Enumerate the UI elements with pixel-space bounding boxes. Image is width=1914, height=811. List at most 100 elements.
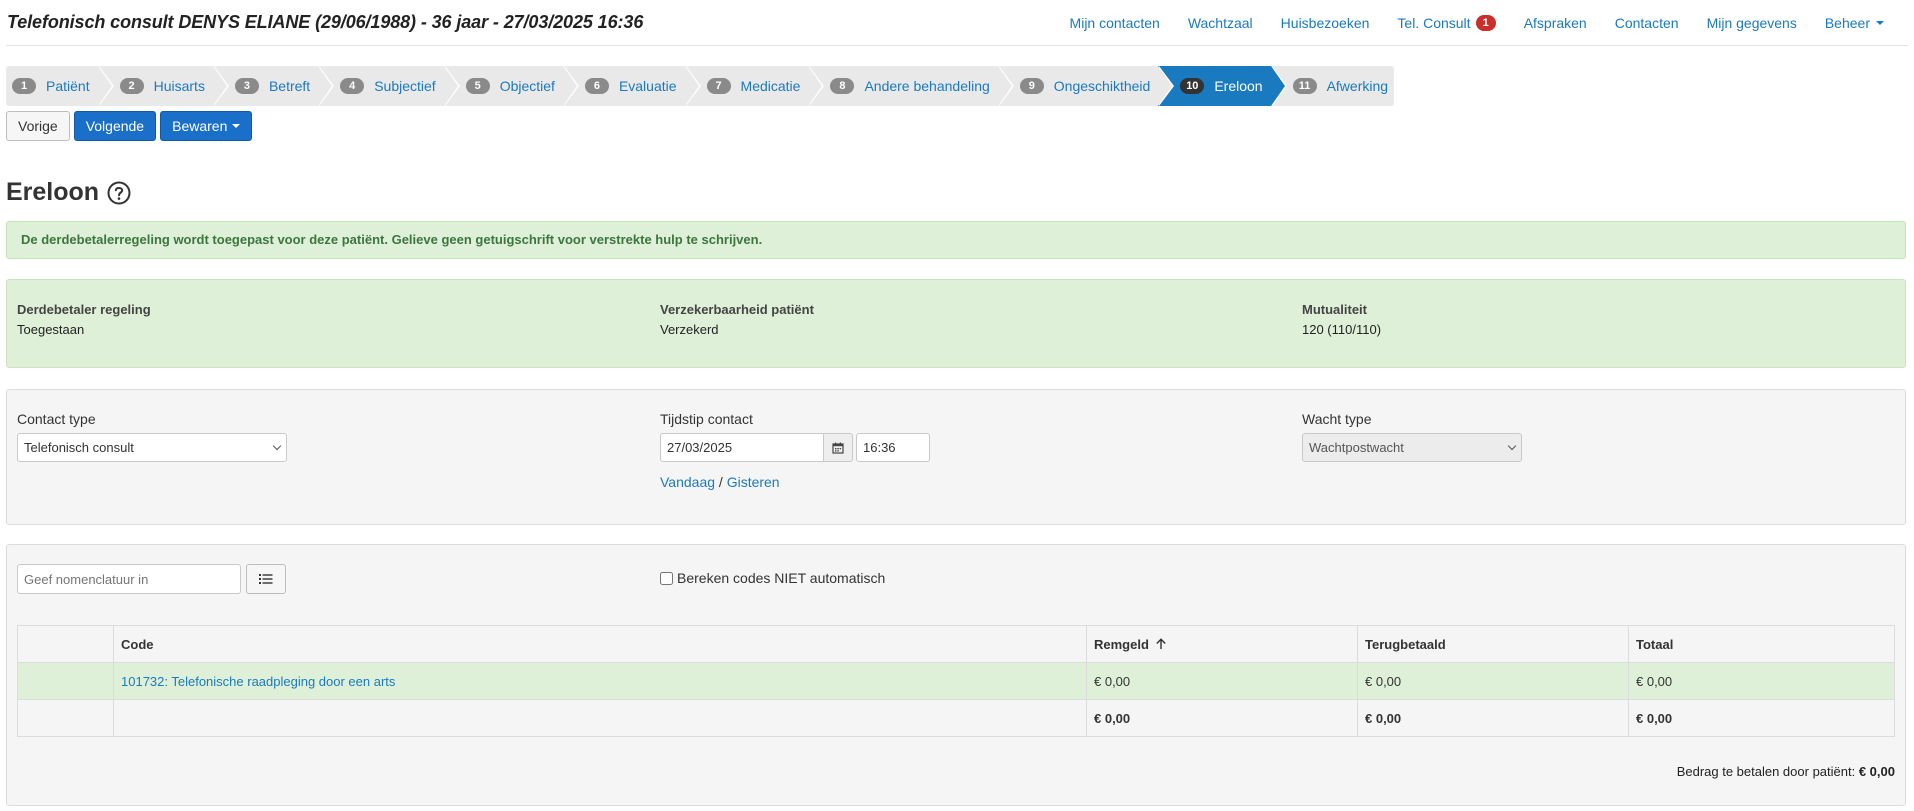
nav-management-dropdown[interactable]: Beheer bbox=[1825, 15, 1884, 31]
caret-down-icon bbox=[232, 124, 241, 128]
total-total-cell: € 0,00 bbox=[1628, 699, 1895, 737]
insurability-value: Verzekerd bbox=[660, 322, 719, 337]
nav-appointments[interactable]: Afspraken bbox=[1524, 15, 1587, 31]
next-button[interactable]: Volgende bbox=[73, 111, 157, 141]
nav-tel-consult-label: Tel. Consult bbox=[1397, 14, 1471, 31]
shift-type-select[interactable]: Wachtpostwacht bbox=[1302, 433, 1522, 462]
wizard-step-medication[interactable]: 7 Medicatie bbox=[684, 66, 825, 106]
wizard-step-subjective[interactable]: 4 Subjectief bbox=[318, 66, 461, 106]
nav-my-contacts[interactable]: Mijn contacten bbox=[1070, 15, 1160, 31]
top-bar: Telefonisch consult DENYS ELIANE (29/06/… bbox=[6, 0, 1908, 46]
step-label: Andere behandeling bbox=[864, 78, 990, 94]
mutuality-label: Mutualiteit bbox=[1302, 302, 1367, 317]
shift-type-group: Wacht type Wachtpostwacht bbox=[1302, 411, 1522, 462]
step-label: Patiënt bbox=[46, 78, 90, 94]
step-number: 5 bbox=[465, 78, 490, 94]
contact-type-group: Contact type Telefonisch consult bbox=[17, 411, 287, 462]
step-label: Evaluatie bbox=[618, 78, 677, 94]
step-label: Ongeschiktheid bbox=[1053, 78, 1151, 94]
wizard-step-gp[interactable]: 2 Huisarts bbox=[97, 66, 230, 106]
total-copay-cell: € 0,00 bbox=[1086, 699, 1358, 737]
table-header-row: Code Remgeld Terugbetaald Totaal bbox=[17, 625, 1895, 663]
step-number: 1 bbox=[12, 78, 36, 94]
sort-ascending-icon bbox=[1155, 637, 1166, 649]
step-label: Subjectief bbox=[374, 78, 436, 94]
nav-waiting-room[interactable]: Wachtzaal bbox=[1188, 15, 1253, 31]
step-label: Betreft bbox=[268, 78, 311, 94]
step-number: 4 bbox=[340, 78, 365, 94]
totals-empty-cell bbox=[113, 699, 1087, 737]
contact-type-label: Contact type bbox=[17, 411, 96, 427]
time-input[interactable] bbox=[856, 433, 930, 462]
mutuality-status: Mutualiteit 120 (110/110) bbox=[1302, 302, 1381, 337]
step-number: 2 bbox=[119, 78, 144, 94]
wizard-step-fee[interactable]: 10 Ereloon bbox=[1158, 66, 1287, 106]
previous-button[interactable]: Vorige bbox=[6, 111, 70, 141]
contact-time-label: Tijdstip contact bbox=[660, 411, 753, 427]
nomenclature-search bbox=[17, 564, 286, 594]
action-buttons: Vorige Volgende Bewaren bbox=[6, 111, 253, 141]
nav-contacts[interactable]: Contacten bbox=[1615, 15, 1679, 31]
patient-due-label: Bedrag te betalen door patiënt: bbox=[1676, 764, 1856, 779]
step-label: Afwerking bbox=[1326, 78, 1389, 94]
tel-consult-count-badge: 1 bbox=[1475, 14, 1496, 31]
step-number: 7 bbox=[706, 78, 731, 94]
step-number: 9 bbox=[1019, 78, 1044, 94]
calendar-icon[interactable] bbox=[824, 433, 853, 462]
nav-my-details[interactable]: Mijn gegevens bbox=[1707, 15, 1797, 31]
total-cell: € 0,00 bbox=[1628, 662, 1895, 700]
nav-tel-consult[interactable]: Tel. Consult 1 bbox=[1397, 14, 1496, 31]
insurance-status-panel: Derdebetaler regeling Toegestaan Verzeke… bbox=[6, 279, 1906, 368]
caret-down-icon bbox=[1876, 20, 1884, 25]
nav-management-label: Beheer bbox=[1824, 14, 1870, 31]
refunded-cell: € 0,00 bbox=[1357, 662, 1629, 700]
section-heading: Ereloon bbox=[6, 178, 131, 207]
total-refunded-cell: € 0,00 bbox=[1357, 699, 1629, 737]
wizard-step-finish[interactable]: 11 Afwerking bbox=[1270, 66, 1395, 106]
help-icon[interactable] bbox=[107, 181, 131, 205]
step-label: Objectief bbox=[499, 78, 555, 94]
auto-calc-checkbox[interactable] bbox=[660, 571, 673, 585]
contact-panel: Contact type Telefonisch consult Tijdsti… bbox=[6, 389, 1906, 525]
wizard-step-incapacity[interactable]: 9 Ongeschiktheid bbox=[997, 66, 1174, 106]
wizard-step-other-treatment[interactable]: 8 Andere behandeling bbox=[808, 66, 1015, 106]
col-header-refunded[interactable]: Terugbetaald bbox=[1357, 625, 1629, 663]
row-select-cell bbox=[17, 662, 114, 700]
third-party-label: Derdebetaler regeling bbox=[17, 302, 151, 317]
col-header-total[interactable]: Totaal bbox=[1628, 625, 1895, 663]
list-icon bbox=[259, 574, 273, 584]
step-label: Huisarts bbox=[153, 78, 205, 94]
code-link[interactable]: 101732: Telefonische raadpleging door ee… bbox=[121, 674, 395, 689]
shift-type-value: Wachtpostwacht bbox=[1309, 440, 1404, 455]
list-button[interactable] bbox=[246, 564, 286, 594]
step-label: Ereloon bbox=[1214, 78, 1263, 94]
nomenclature-input[interactable] bbox=[17, 564, 241, 594]
wizard-step-patient[interactable]: 1 Patiënt bbox=[6, 66, 114, 106]
col-header-code[interactable]: Code bbox=[113, 625, 1087, 663]
link-separator: / bbox=[718, 474, 723, 490]
copay-cell: € 0,00 bbox=[1086, 662, 1358, 700]
quick-date-links: Vandaag / Gisteren bbox=[660, 474, 930, 490]
date-time-inputs bbox=[660, 433, 930, 462]
step-number: 3 bbox=[234, 78, 259, 94]
auto-calc-checkbox-group[interactable]: Bereken codes NIET automatisch bbox=[660, 570, 885, 586]
col-header-copay[interactable]: Remgeld bbox=[1086, 625, 1358, 663]
totals-empty-cell bbox=[17, 699, 114, 737]
date-input[interactable] bbox=[660, 433, 824, 462]
third-party-value: Toegestaan bbox=[17, 322, 85, 337]
patient-due-value: € 0,00 bbox=[1858, 764, 1895, 779]
wizard-step-objective[interactable]: 5 Objectief bbox=[443, 66, 580, 106]
insurability-status: Verzekerbaarheid patiënt Verzekerd bbox=[660, 302, 814, 337]
code-cell: 101732: Telefonische raadpleging door ee… bbox=[113, 662, 1087, 700]
wizard-step-evaluation[interactable]: 6 Evaluatie bbox=[562, 66, 701, 106]
contact-type-select[interactable]: Telefonisch consult bbox=[17, 433, 287, 462]
today-link[interactable]: Vandaag bbox=[660, 474, 715, 490]
save-dropdown-button[interactable]: Bewaren bbox=[160, 111, 253, 141]
yesterday-link[interactable]: Gisteren bbox=[727, 474, 780, 490]
auto-calc-label: Bereken codes NIET automatisch bbox=[677, 570, 886, 586]
codes-table: Code Remgeld Terugbetaald Totaal 101732:… bbox=[17, 625, 1895, 737]
chevron-down-icon bbox=[1507, 441, 1517, 451]
top-navigation: Mijn contacten Wachtzaal Huisbezoeken Te… bbox=[1042, 14, 1884, 31]
nav-home-visits[interactable]: Huisbezoeken bbox=[1281, 15, 1370, 31]
section-title: Ereloon bbox=[6, 178, 100, 206]
